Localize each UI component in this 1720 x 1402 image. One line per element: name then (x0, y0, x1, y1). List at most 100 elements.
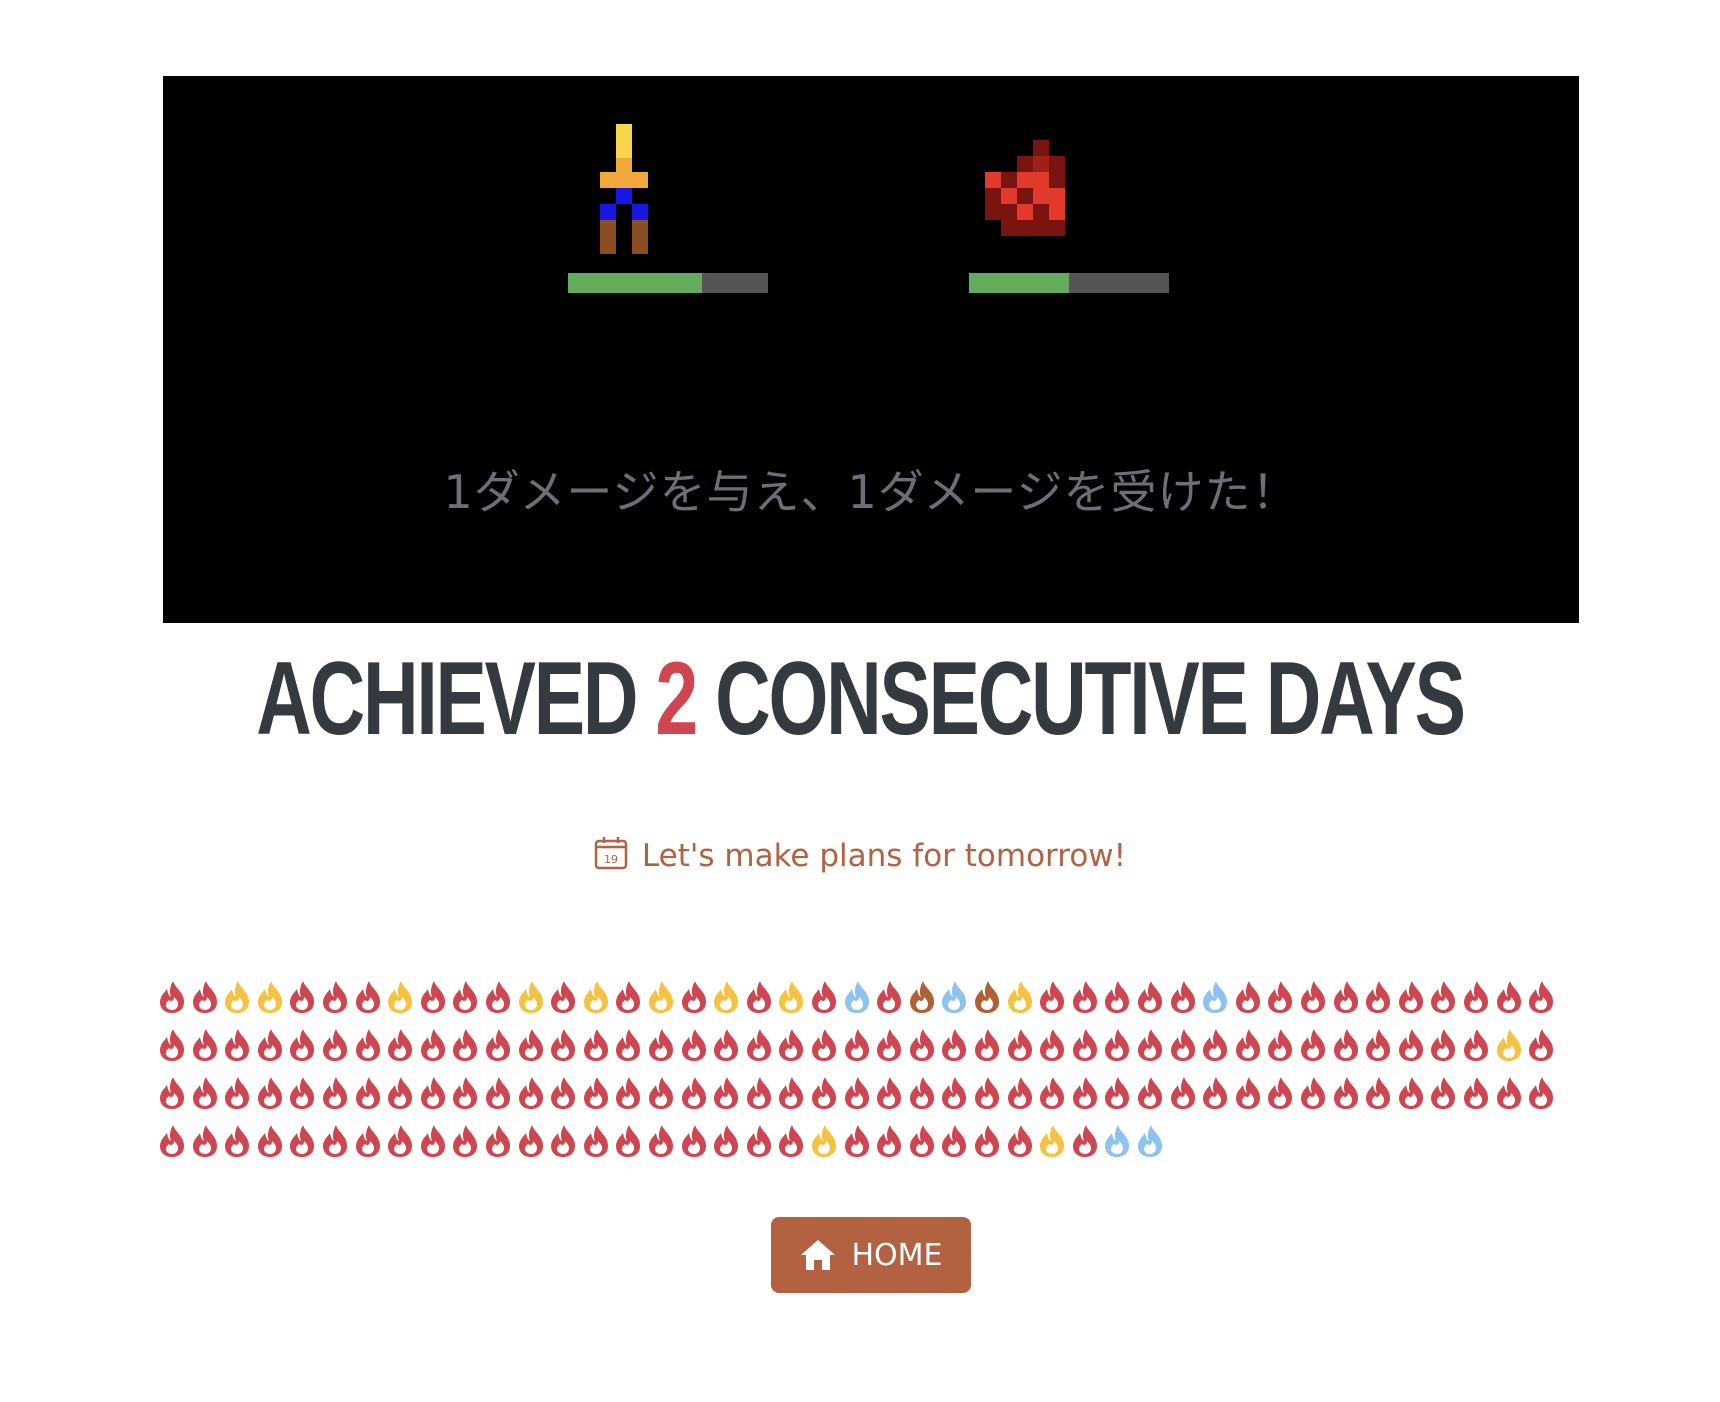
droplet-icon (1105, 1125, 1130, 1157)
flame-icon (257, 1125, 282, 1157)
flame-icon (1007, 1077, 1032, 1109)
flame-icon (225, 1029, 250, 1061)
enemy-pixel (1017, 172, 1033, 188)
flame-icon (714, 1077, 739, 1109)
headline-prefix: ACHIEVED (256, 641, 638, 757)
streak-headline: ACHIEVED 2 CONSECUTIVE DAYS (224, 640, 1497, 759)
flame-icon (714, 1125, 739, 1157)
flame-icon (192, 981, 217, 1013)
flame-icon (877, 981, 902, 1013)
enemy-pixel (1033, 156, 1049, 172)
flame-icon (192, 1125, 217, 1157)
flame-icon (290, 1029, 315, 1061)
flame-icon (812, 1029, 836, 1061)
flame-icon (975, 1125, 999, 1157)
flame-icon (942, 1077, 967, 1109)
flame-icon (1235, 1077, 1260, 1109)
flame-icon (812, 1125, 836, 1157)
flame-icon (746, 1125, 771, 1157)
flame-icon (1138, 1029, 1162, 1061)
flame-icon (1235, 1029, 1260, 1061)
flame-icon (225, 1125, 250, 1157)
flame-icon (290, 1125, 315, 1157)
plans-link[interactable]: 19 Let's make plans for tomorrow! (0, 836, 1720, 874)
flame-icon (518, 981, 543, 1013)
flame-icon (192, 1077, 217, 1109)
flame-icon (1496, 1077, 1521, 1109)
enemy-pixel (1017, 156, 1033, 172)
flame-icon (649, 1125, 673, 1157)
flame-icon (160, 1125, 184, 1157)
flame-icon (1072, 1125, 1097, 1157)
flame-icon (1170, 981, 1195, 1013)
flame-icon (355, 1125, 380, 1157)
flame-icon (1464, 981, 1488, 1013)
headline-days-count: 2 (655, 641, 698, 757)
flame-icon (1464, 1077, 1488, 1109)
flame-icon (1268, 981, 1293, 1013)
flame-icon (909, 1125, 934, 1157)
enemy-sprite (985, 140, 1065, 236)
flame-icon (388, 981, 413, 1013)
flame-icon (975, 1077, 999, 1109)
flame-icon (1333, 1029, 1358, 1061)
flame-icon (1040, 1077, 1065, 1109)
flame-icon (1072, 1077, 1097, 1109)
flame-icon (1431, 1077, 1456, 1109)
flame-icon (323, 981, 347, 1013)
flame-icon (1105, 981, 1130, 1013)
flame-icon (355, 1029, 380, 1061)
flame-icon (779, 1029, 804, 1061)
enemy-pixel (1001, 172, 1017, 188)
enemy-hp-fill (969, 273, 1069, 293)
flame-icon (942, 1029, 967, 1061)
flame-icon (486, 981, 510, 1013)
enemy-hp-bar (969, 273, 1169, 293)
flame-icon (1040, 1029, 1065, 1061)
enemy-pixel (1049, 156, 1065, 172)
flame-icon (486, 1125, 510, 1157)
home-button[interactable]: HOME (771, 1217, 971, 1293)
flame-icon (714, 981, 739, 1013)
flame-icon (1170, 1077, 1195, 1109)
enemy-pixel (1049, 204, 1065, 220)
flame-icon (257, 1077, 282, 1109)
flame-icon (1496, 1029, 1521, 1061)
flame-icon (1529, 1029, 1554, 1061)
flame-icon (681, 1077, 706, 1109)
hero-sprite (600, 124, 648, 254)
flame-icon (616, 981, 641, 1013)
flame-icon (681, 1029, 706, 1061)
flame-icon (877, 1125, 902, 1157)
flame-icon (192, 1029, 217, 1061)
flame-icon (909, 1077, 934, 1109)
enemy-pixel (985, 188, 1001, 204)
flame-icon (225, 981, 250, 1013)
flame-icon (388, 1029, 413, 1061)
flame-icon (420, 981, 445, 1013)
flame-icon (486, 1029, 510, 1061)
flame-icon (1301, 1029, 1325, 1061)
hero-hp-fill (568, 273, 702, 293)
droplet-icon (942, 981, 967, 1013)
flame-icon (453, 1125, 478, 1157)
flame-icon (225, 1077, 250, 1109)
flame-icon (1138, 1077, 1162, 1109)
enemy-pixel (1033, 220, 1049, 236)
enemy-pixel (1017, 204, 1033, 220)
flame-icon (1496, 981, 1521, 1013)
flame-icon (420, 1077, 445, 1109)
flame-icon (551, 1125, 576, 1157)
flame-icon (746, 1077, 771, 1109)
flame-icon (649, 1077, 673, 1109)
flame-icon (1170, 1029, 1195, 1061)
flame-icon (551, 981, 576, 1013)
calendar-icon: 19 (594, 837, 628, 870)
flame-icon (160, 981, 184, 1013)
flame-icon (1138, 981, 1162, 1013)
flame-icon (323, 1029, 347, 1061)
flame-icon (649, 981, 673, 1013)
droplet-icon (844, 981, 869, 1013)
flame-icon (518, 1029, 543, 1061)
flame-icon (1268, 1029, 1293, 1061)
